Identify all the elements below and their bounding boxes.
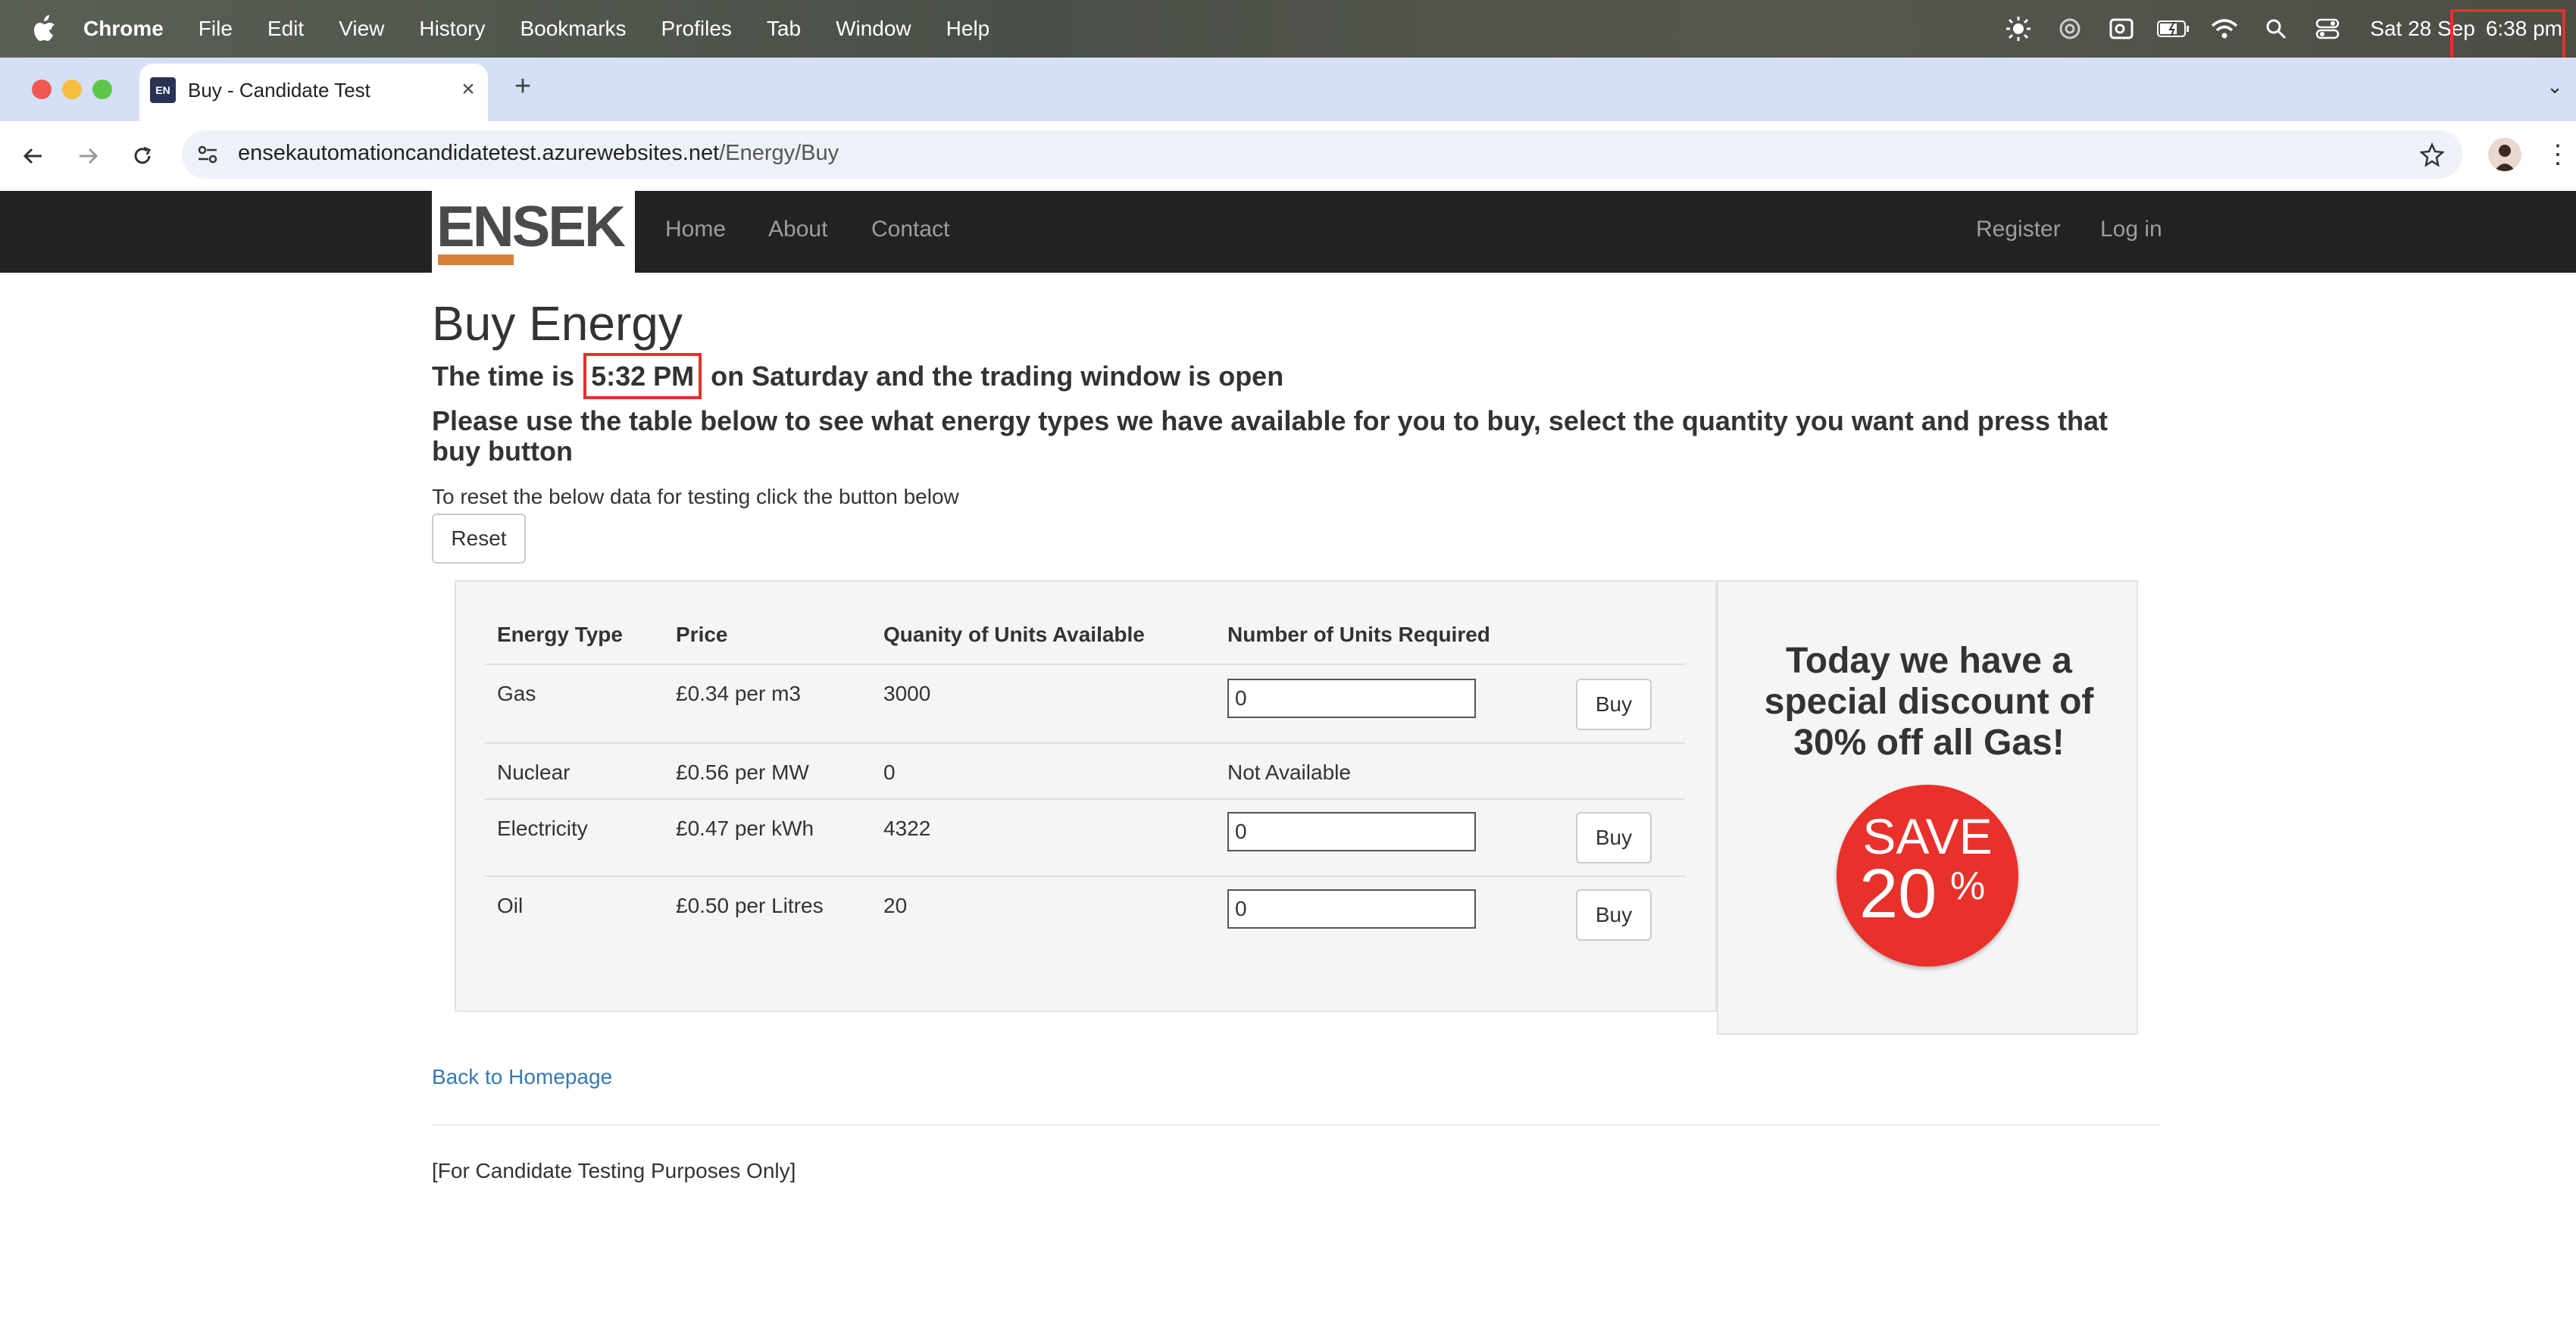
gas-units-input[interactable] <box>1227 679 1476 718</box>
cell-price: £0.34 per m3 <box>676 682 801 705</box>
new-tab-plus-icon[interactable]: + <box>506 70 539 103</box>
cell-available: 4322 <box>883 817 931 840</box>
url-path: /Energy/Buy <box>719 141 839 165</box>
menu-profiles[interactable]: Profiles <box>661 17 732 41</box>
menu-file[interactable]: File <box>199 17 233 41</box>
cell-energy-type: Gas <box>497 682 536 705</box>
save-badge-number: 20 <box>1859 855 1937 932</box>
gas-discount-promo: Today we have a special discount of 30% … <box>1717 580 2138 1035</box>
forward-arrow-icon[interactable] <box>70 138 106 174</box>
back-to-homepage-link[interactable]: Back to Homepage <box>432 1065 612 1089</box>
address-bar[interactable]: ensekautomationcandidatetest.azurewebsit… <box>182 130 2462 179</box>
header-quantity-available: Quanity of Units Available <box>883 623 1145 646</box>
cell-energy-type: Nuclear <box>497 761 571 784</box>
back-arrow-icon[interactable] <box>15 138 52 174</box>
menu-history[interactable]: History <box>419 17 485 41</box>
nav-home-link[interactable]: Home <box>665 217 726 242</box>
brightness-icon[interactable] <box>2002 12 2035 45</box>
macos-menu-bar: Chrome File Edit View History Bookmarks … <box>0 0 2576 58</box>
ensek-favicon-icon: EN <box>150 77 176 103</box>
site-info-tune-icon[interactable] <box>194 141 221 168</box>
outlook-icon[interactable] <box>2105 12 2138 45</box>
reload-icon[interactable] <box>124 138 161 174</box>
menu-help[interactable]: Help <box>946 17 990 41</box>
save-badge-percent: % <box>1950 864 1986 908</box>
promo-text: Today we have a special discount of 30% … <box>1764 641 2094 763</box>
table-row-divider <box>485 742 1685 744</box>
site-navbar <box>0 191 2576 273</box>
electricity-units-input[interactable] <box>1227 812 1476 851</box>
menu-tab[interactable]: Tab <box>767 17 801 41</box>
time-suffix: on Saturday and the trading window is op… <box>711 361 1284 392</box>
nav-register-link[interactable]: Register <box>1976 217 2061 242</box>
nav-login-link[interactable]: Log in <box>2100 217 2162 242</box>
profile-avatar[interactable] <box>2488 138 2521 171</box>
tab-search-chevron-icon[interactable]: ⌄ <box>2538 70 2571 103</box>
tab-title: Buy - Candidate Test <box>188 79 370 102</box>
buy-gas-button[interactable]: Buy <box>1576 679 1652 730</box>
apple-logo-icon[interactable] <box>27 12 61 45</box>
current-time-highlight: 5:32 PM <box>583 353 702 399</box>
control-center-icon[interactable] <box>2311 12 2344 45</box>
nav-about-link[interactable]: About <box>768 217 827 242</box>
cell-energy-type: Electricity <box>497 817 588 840</box>
table-row-divider <box>485 798 1685 800</box>
spotlight-search-icon[interactable] <box>2259 12 2293 45</box>
time-prefix: The time is <box>432 361 575 392</box>
cell-price: £0.47 per kWh <box>676 817 814 840</box>
footer-note: [For Candidate Testing Purposes Only] <box>432 1159 796 1182</box>
page-title: Buy Energy <box>432 296 683 351</box>
menu-view[interactable]: View <box>339 17 384 41</box>
header-price: Price <box>676 623 728 646</box>
not-available-label: Not Available <box>1227 761 1351 784</box>
cell-price: £0.56 per MW <box>676 761 809 784</box>
battery-icon[interactable] <box>2156 12 2190 45</box>
window-zoom-button[interactable] <box>92 80 112 99</box>
menu-edit[interactable]: Edit <box>267 17 304 41</box>
buy-instructions: Please use the table below to see what e… <box>432 405 2108 467</box>
reset-button[interactable]: Reset <box>432 514 526 564</box>
menu-chrome[interactable]: Chrome <box>83 17 164 41</box>
ensek-logo[interactable]: ENSEK <box>432 191 635 273</box>
url-text: ensekautomationcandidatetest.azurewebsit… <box>238 141 839 166</box>
buy-oil-button[interactable]: Buy <box>1576 889 1652 941</box>
bookmark-star-icon[interactable] <box>2417 139 2447 170</box>
cell-available: 3000 <box>883 682 931 705</box>
browser-tab-active[interactable]: EN Buy - Candidate Test × <box>139 64 488 121</box>
logo-text: ENSEK <box>436 195 626 259</box>
menu-bookmarks[interactable]: Bookmarks <box>520 17 626 41</box>
tab-close-icon[interactable]: × <box>453 74 483 105</box>
url-host: ensekautomationcandidatetest.azurewebsit… <box>238 141 720 165</box>
creative-cloud-icon[interactable] <box>2053 12 2087 45</box>
header-energy-type: Energy Type <box>497 623 623 646</box>
cell-price: £0.50 per Litres <box>676 894 824 917</box>
header-units-required: Number of Units Required <box>1227 623 1490 646</box>
chrome-menu-kebab-icon[interactable]: ⋮ <box>2543 139 2573 170</box>
table-row-divider <box>485 876 1685 877</box>
nav-contact-link[interactable]: Contact <box>871 217 949 242</box>
save-badge-image: SAVE 20 % <box>1837 785 2018 967</box>
cell-energy-type: Oil <box>497 894 524 917</box>
buy-electricity-button[interactable]: Buy <box>1576 812 1652 864</box>
window-close-button[interactable] <box>32 80 52 99</box>
oil-units-input[interactable] <box>1227 889 1476 929</box>
window-minimize-button[interactable] <box>62 80 82 99</box>
cell-available: 0 <box>883 761 896 784</box>
cell-available: 20 <box>883 894 908 917</box>
reset-instructions: To reset the below data for testing clic… <box>432 485 959 508</box>
table-header-divider <box>485 664 1685 665</box>
trading-time-line: The time is 5:32 PM on Saturday and the … <box>432 353 1284 399</box>
wifi-icon[interactable] <box>2208 12 2241 45</box>
logo-accent-bar <box>438 255 514 265</box>
menu-window[interactable]: Window <box>836 17 911 41</box>
footer-divider <box>432 1124 2159 1126</box>
